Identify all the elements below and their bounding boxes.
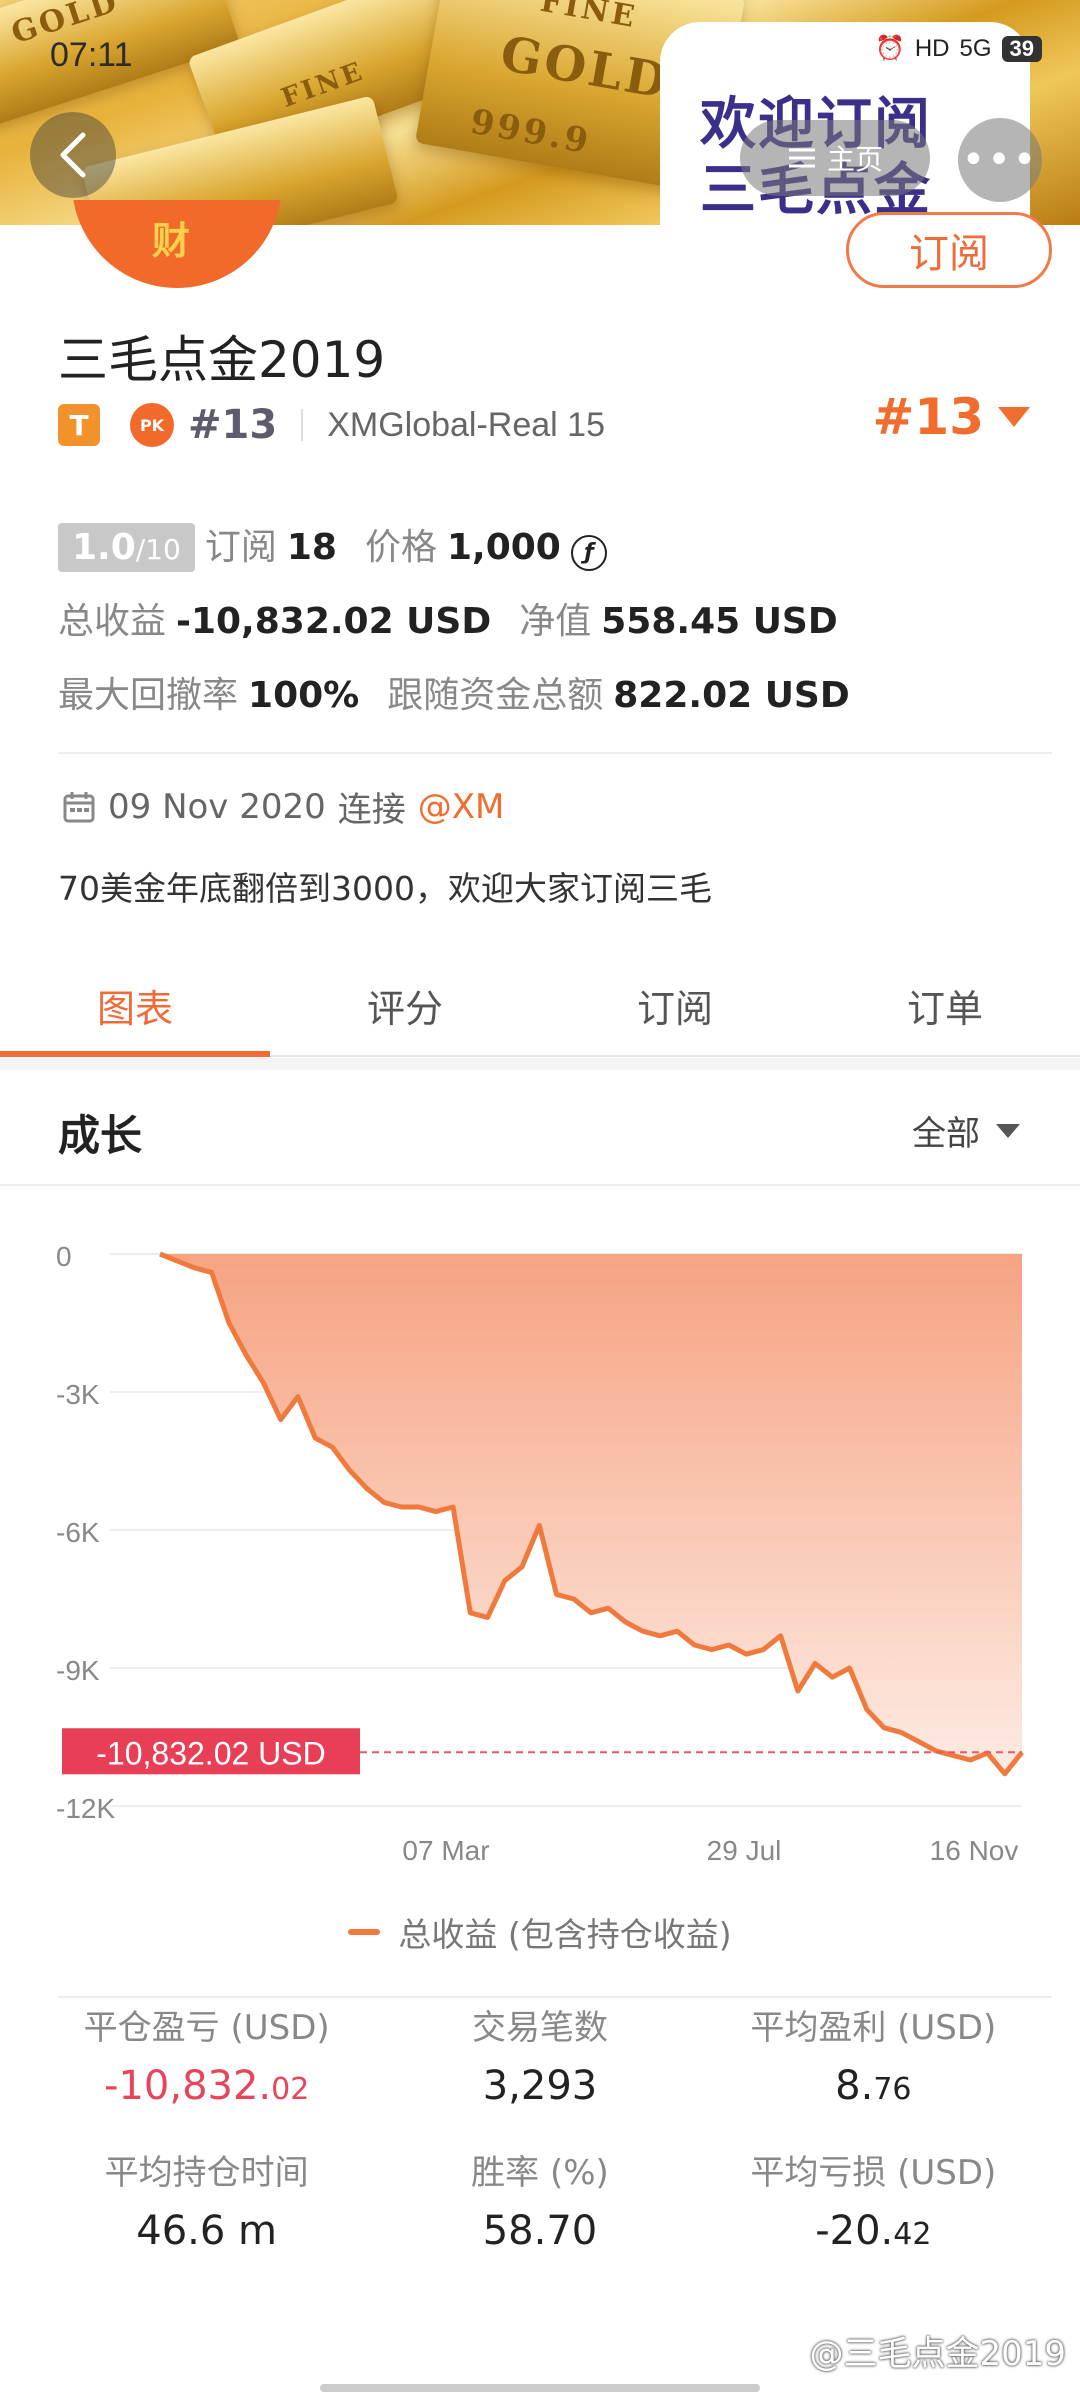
legend-label: 总收益 (包含持仓收益): [398, 1915, 732, 1954]
rank-dropdown[interactable]: #13: [873, 388, 1030, 446]
avatar-text: 财: [152, 219, 191, 263]
chevron-left-icon: [60, 132, 86, 178]
avatar[interactable]: 财: [72, 200, 282, 288]
trader-badge-icon: T: [58, 404, 100, 446]
drawdown-label: 最大回撤率: [58, 675, 239, 716]
growth-header: 成长 全部: [0, 1070, 1080, 1186]
status-icons: ⏰ HD 5G 39: [875, 34, 1042, 63]
tab-chart[interactable]: 图表: [0, 955, 270, 1057]
pk-fire-icon[interactable]: PK: [130, 403, 174, 447]
watermark: @三毛点金2019: [809, 2334, 1066, 2374]
growth-chart-svg: 0 -3K -6K -9K -12K 07 Mar 29 Jul 16 Nov -10,832.…: [56, 1241, 1024, 1866]
broker-link[interactable]: @XM: [418, 787, 505, 827]
y-tick-label: -3K: [56, 1379, 100, 1410]
chart-area-fill: [160, 1254, 1022, 1774]
profile-name: 三毛点金2019: [58, 331, 386, 389]
x-tick-label: 07 Mar: [402, 1835, 489, 1866]
rank-big-label: #13: [872, 388, 984, 446]
total-profit-label: 总收益: [58, 601, 167, 642]
home-label: 主页: [826, 143, 883, 176]
rating-row: 1.0/10 订阅 18 价格 1,000 ƒ: [58, 518, 607, 572]
home-button[interactable]: 主页: [740, 120, 930, 196]
section-gap: [0, 1058, 1080, 1070]
profit-row: 总收益 -10,832.02 USD 净值 558.45 USD: [58, 592, 838, 644]
current-value-label: -10,832.02 USD: [96, 1735, 325, 1771]
subscribe-button[interactable]: 订阅: [846, 212, 1052, 288]
more-button[interactable]: •••: [958, 118, 1042, 202]
hd-icon: HD: [914, 34, 950, 62]
drawdown-row: 最大回撤率 100% 跟随资金总额 822.02 USD: [58, 666, 850, 718]
gesture-bar[interactable]: [320, 2384, 760, 2392]
rank-small: #13: [188, 402, 278, 448]
battery-icon: 39: [1001, 35, 1042, 62]
chart-legend: 总收益 (包含持仓收益): [0, 1908, 1080, 1956]
net-value: 558.45 USD: [601, 601, 838, 642]
strategy-description: 70美金年底翻倍到3000，欢迎大家订阅三毛: [58, 869, 712, 908]
stat-win-rate: 胜率 (%) 58.70: [471, 2153, 609, 2254]
x-tick-label: 29 Jul: [707, 1835, 782, 1866]
tab-bar: 图表 评分 订阅 订单: [0, 955, 1080, 1057]
y-tick-label: -6K: [56, 1517, 100, 1548]
growth-chart[interactable]: 0 -3K -6K -9K -12K 07 Mar 29 Jul 16 Nov -10,832.…: [0, 1188, 1080, 1988]
follow-funds-label: 跟随资金总额: [387, 675, 604, 716]
y-tick-label: -12K: [56, 1793, 115, 1824]
divider: [58, 1996, 1052, 1998]
signal-icon: 5G: [959, 34, 992, 62]
stat-avg-loss: 平均亏损 (USD) -20.42: [750, 2153, 997, 2254]
period-filter-label: 全部: [912, 1114, 980, 1154]
connection-info: 09 Nov 2020 连接 @XM: [62, 782, 504, 831]
header-banner: GOLD FINE FINE GOLD 999.9 07:11 欢迎订阅 三毛点…: [0, 0, 1080, 225]
status-time: 07:11: [50, 36, 133, 74]
stat-trade-count: 交易笔数 3,293: [471, 2008, 608, 2109]
total-profit-value: -10,832.02 USD: [176, 601, 492, 642]
subscribe-count-label: 订阅: [204, 527, 277, 568]
profile-meta: T PK #13 XMGlobal-Real 15: [58, 398, 605, 452]
tab-subscription[interactable]: 订阅: [540, 955, 810, 1055]
net-value-label: 净值: [519, 601, 592, 642]
price-label: 价格: [364, 527, 437, 568]
period-filter[interactable]: 全部: [912, 1106, 1020, 1155]
growth-title: 成长: [58, 1111, 143, 1160]
more-icon: •••: [961, 137, 1039, 183]
alarm-icon: ⏰: [874, 35, 905, 62]
coin-icon: ƒ: [570, 534, 607, 571]
caret-down-icon: [998, 407, 1030, 427]
stat-avg-profit: 平均盈利 (USD) 8.76: [750, 2008, 997, 2109]
x-tick-label: 16 Nov: [930, 1835, 1019, 1866]
calendar-icon: [63, 791, 95, 822]
tab-orders[interactable]: 订单: [810, 955, 1080, 1055]
stat-closed-pnl: 平仓盈亏 (USD) -10,832.02: [83, 2008, 330, 2109]
legend-line-icon: [348, 1929, 381, 1935]
y-tick-label: -9K: [56, 1655, 100, 1686]
divider: [58, 752, 1052, 754]
drawdown-value: 100%: [248, 675, 360, 716]
score-badge: 1.0/10: [58, 523, 195, 572]
caret-down-icon: [996, 1123, 1020, 1138]
follow-funds-value: 822.02 USD: [613, 675, 850, 716]
stat-avg-hold-time: 平均持仓时间 46.6 m: [104, 2153, 309, 2254]
price-value: 1,000: [446, 527, 561, 568]
menu-icon: [788, 148, 815, 168]
y-tick-label: 0: [56, 1241, 72, 1272]
subscribe-count-value: 18: [286, 527, 337, 568]
tab-rating[interactable]: 评分: [270, 955, 540, 1055]
separator: [301, 409, 304, 441]
back-button[interactable]: [30, 112, 116, 198]
summary-stats: 平仓盈亏 (USD) -10,832.02 交易笔数 3,293 平均盈利 (U…: [40, 2000, 1040, 2254]
account-name: XMGlobal-Real 15: [327, 405, 605, 444]
connect-label: 连接: [337, 790, 406, 830]
connect-date: 09 Nov 2020: [108, 786, 326, 827]
